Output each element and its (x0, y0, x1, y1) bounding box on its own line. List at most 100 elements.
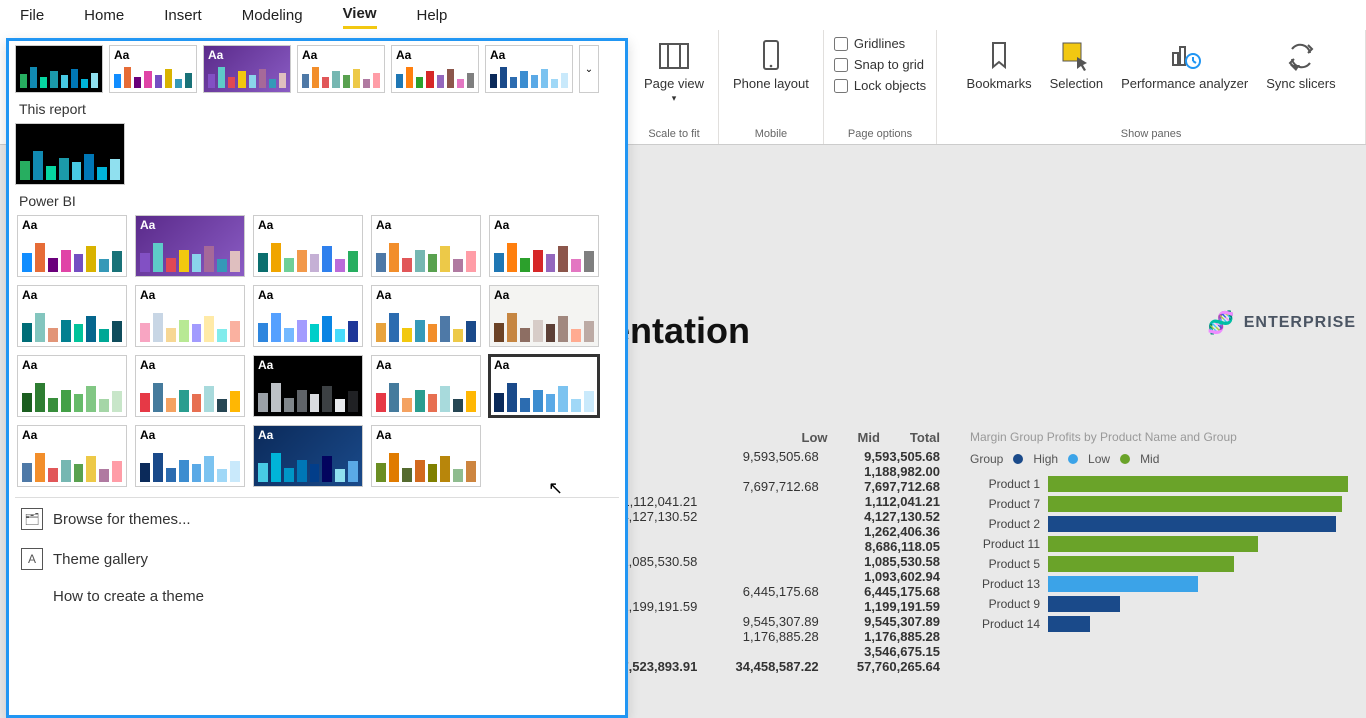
bar-row: Product 11 (970, 536, 1350, 552)
tab-insert[interactable]: Insert (164, 3, 202, 28)
page-view-label: Page view (644, 76, 704, 91)
theme-swatch-bright[interactable]: Aa (489, 215, 599, 277)
folder-icon: 🗂 (21, 508, 43, 530)
theme-quick-row: AaAaAaAaAa⌄ (15, 45, 619, 93)
sync-icon (1283, 38, 1319, 74)
ribbon-group-options: Gridlines Snap to grid Lock objects Page… (824, 30, 937, 144)
section-this-report: This report (19, 101, 619, 117)
bar-row: Product 2 (970, 516, 1350, 532)
legend-dot-high (1013, 454, 1023, 464)
tab-help[interactable]: Help (417, 3, 448, 28)
sync-slicers-button[interactable]: Sync slicers (1262, 36, 1339, 93)
theme-swatch-greens[interactable]: Aa (17, 355, 127, 417)
section-powerbi: Power BI (19, 193, 619, 209)
phone-layout-button[interactable]: Phone layout (729, 36, 813, 93)
ribbon-group-panes-label: Show panes (1121, 128, 1182, 140)
theme-swatch-dark[interactable] (15, 123, 125, 185)
bar-row: Product 1 (970, 476, 1350, 492)
table-row: 9,593,505.689,593,505.68 (600, 449, 940, 464)
theme-popup-footer: 🗂 Browse for themes... A Theme gallery H… (15, 497, 619, 609)
chart-legend: Group High Low Mid (970, 452, 1350, 466)
page-view-button[interactable]: Page view ▾ (640, 36, 708, 106)
tab-file[interactable]: File (20, 3, 44, 28)
phone-layout-label: Phone layout (733, 76, 809, 91)
theme-swatch-multi[interactable]: Aa (297, 45, 385, 93)
ribbon-group-scale: Page view ▾ Scale to fit (630, 30, 719, 144)
theme-swatch-pastel[interactable]: Aa (135, 285, 245, 347)
ribbon-tabs: File Home Insert Modeling View Help (0, 0, 1366, 30)
table-row: 3,546,675.15 (600, 644, 940, 659)
table-row: 7,523,893.9134,458,587.2257,760,265.64 (600, 659, 940, 674)
ribbon-group-scale-label: Scale to fit (648, 128, 699, 140)
legend-dot-low (1068, 454, 1078, 464)
phone-icon (753, 38, 789, 74)
theme-swatch-default[interactable]: Aa (109, 45, 197, 93)
theme-swatch-grayaccent[interactable]: Aa (253, 355, 363, 417)
bar-row: Product 13 (970, 576, 1350, 592)
theme-swatch-bluemono[interactable]: Aa (253, 285, 363, 347)
table-row: 8,686,118.05 (600, 539, 940, 554)
bar-row: Product 14 (970, 616, 1350, 632)
selection-button[interactable]: Selection (1046, 36, 1107, 93)
table-row: 4,127,130.524,127,130.52 (600, 509, 940, 524)
theme-swatch-purple[interactable]: Aa (203, 45, 291, 93)
tab-home[interactable]: Home (84, 3, 124, 28)
theme-swatch-blues[interactable]: Aa (489, 355, 599, 417)
table-header: Low Mid Total (600, 430, 940, 445)
table-row: 1,262,406.36 (600, 524, 940, 539)
page-view-icon (656, 38, 692, 74)
selection-icon (1058, 38, 1094, 74)
theme-swatch-navyblue[interactable]: Aa (253, 425, 363, 487)
bookmark-icon (981, 38, 1017, 74)
theme-swatch-blues[interactable]: Aa (135, 425, 245, 487)
howto-theme-link[interactable]: How to create a theme (15, 584, 619, 609)
bar-row: Product 9 (970, 596, 1350, 612)
table-row: 1,093,602.94 (600, 569, 940, 584)
clock-chart-icon (1167, 38, 1203, 74)
ribbon-group-mobile-label: Mobile (755, 128, 787, 140)
theme-swatch-multi[interactable]: Aa (371, 215, 481, 277)
theme-swatch-orngblu[interactable]: Aa (371, 285, 481, 347)
bar-row: Product 7 (970, 496, 1350, 512)
theme-swatch-purple[interactable]: Aa (135, 215, 245, 277)
theme-swatch-multi[interactable]: Aa (17, 425, 127, 487)
bar-row: Product 5 (970, 556, 1350, 572)
theme-swatch-dark[interactable] (15, 45, 103, 93)
theme-swatch-bright[interactable]: Aa (391, 45, 479, 93)
theme-dropdown-chevron[interactable]: ⌄ (579, 45, 599, 93)
tab-modeling[interactable]: Modeling (242, 3, 303, 28)
browse-themes-link[interactable]: 🗂 Browse for themes... (15, 504, 619, 534)
table-row: 1,176,885.281,176,885.28 (600, 629, 940, 644)
theme-swatch-hotmix[interactable]: Aa (135, 355, 245, 417)
data-table: Low Mid Total 9,593,505.689,593,505.681,… (600, 430, 940, 674)
theme-swatch-default[interactable]: Aa (17, 215, 127, 277)
ribbon-group-panes: Bookmarks Selection Performance analyzer… (937, 30, 1366, 144)
ribbon-group-options-label: Page options (848, 128, 912, 140)
theme-gallery-link[interactable]: A Theme gallery (15, 544, 619, 574)
table-row: 6,445,175.686,445,175.68 (600, 584, 940, 599)
performance-button[interactable]: Performance analyzer (1117, 36, 1252, 93)
lock-checkbox[interactable]: Lock objects (834, 78, 926, 93)
snap-checkbox[interactable]: Snap to grid (834, 57, 926, 72)
bookmarks-button[interactable]: Bookmarks (963, 36, 1036, 93)
table-row: 9,545,307.899,545,307.89 (600, 614, 940, 629)
theme-swatch-brownish[interactable]: Aa (489, 285, 599, 347)
theme-swatch-oliveorg[interactable]: Aa (371, 425, 481, 487)
ribbon-group-mobile: Phone layout Mobile (719, 30, 824, 144)
table-row: 1,085,530.581,085,530.58 (600, 554, 940, 569)
theme-swatch-blues[interactable]: Aa (485, 45, 573, 93)
legend-dot-mid (1120, 454, 1130, 464)
theme-swatch-teals[interactable]: Aa (253, 215, 363, 277)
table-row: 1,112,041.211,112,041.21 (600, 494, 940, 509)
gridlines-checkbox[interactable]: Gridlines (834, 36, 926, 51)
chart-title: Margin Group Profits by Product Name and… (970, 430, 1350, 444)
a-icon: A (21, 548, 43, 570)
theme-gallery-popup: AaAaAaAaAa⌄ This report Power BI AaAaAaA… (6, 38, 628, 718)
theme-swatch-hotmix[interactable]: Aa (371, 355, 481, 417)
theme-swatch-tealgrn[interactable]: Aa (17, 285, 127, 347)
theme-grid: AaAaAaAaAaAaAaAaAaAaAaAaAaAaAaAaAaAaAa (15, 215, 619, 487)
bar-chart: Margin Group Profits by Product Name and… (970, 430, 1350, 636)
table-row: 1,188,982.00 (600, 464, 940, 479)
table-row: 7,697,712.687,697,712.68 (600, 479, 940, 494)
tab-view[interactable]: View (343, 1, 377, 29)
